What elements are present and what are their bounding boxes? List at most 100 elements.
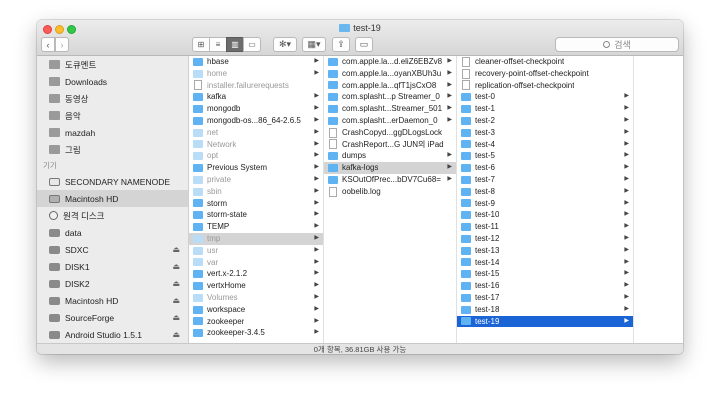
column-view-button[interactable]: ▥ (226, 37, 244, 52)
file-row[interactable]: storm-state ▶ (189, 209, 323, 221)
file-row[interactable]: Network ▶ (189, 139, 323, 151)
file-row[interactable]: test-16 ▶ (457, 280, 633, 292)
file-row[interactable]: zookeeper ▶ (189, 316, 323, 328)
disclosure-arrow-icon: ▶ (314, 234, 319, 241)
file-row[interactable]: tmp ▶ (189, 232, 323, 245)
file-row[interactable]: KSOutOfPrec...bDV7Cu68= ▶ (324, 174, 456, 186)
file-row[interactable]: kafka-logs ▶ (324, 162, 456, 174)
file-row[interactable]: test-2 ▶ (457, 115, 633, 127)
file-row[interactable]: Previous System ▶ (189, 162, 323, 174)
file-name: test-10 (475, 210, 500, 220)
file-row[interactable]: com.splasht...p Streamer_0 ▶ (324, 91, 456, 103)
file-row[interactable]: opt ▶ (189, 150, 323, 162)
sidebar-item-devices-8[interactable]: SourceForge ⏏ (37, 309, 188, 326)
search-input[interactable]: 검색 (555, 37, 679, 52)
list-view-button[interactable]: ≡ (209, 37, 227, 52)
file-row[interactable]: test-19 ▶ (457, 315, 633, 328)
file-row[interactable]: test-6 ▶ (457, 162, 633, 174)
file-row[interactable]: cleaner-offset-checkpoint (457, 56, 633, 68)
disclosure-arrow-icon: ▶ (624, 223, 629, 230)
file-row[interactable]: test-18 ▶ (457, 304, 633, 316)
file-row[interactable]: oobelib.log (324, 186, 456, 198)
eject-icon[interactable]: ⏏ (172, 279, 180, 288)
file-row[interactable]: storm ▶ (189, 198, 323, 210)
file-row[interactable]: test-5 ▶ (457, 150, 633, 162)
eject-icon[interactable]: ⏏ (172, 245, 180, 254)
file-row[interactable]: test-4 ▶ (457, 139, 633, 151)
sidebar-item-devices-4[interactable]: SDXC ⏏ (37, 241, 188, 258)
sidebar-item-devices-2[interactable]: 원격 디스크 (37, 207, 188, 224)
sidebar-item-devices-0[interactable]: SECONDARY NAMENODE (37, 173, 188, 190)
file-row[interactable]: var ▶ (189, 257, 323, 269)
sidebar-item-devices-5[interactable]: DISK1 ⏏ (37, 258, 188, 275)
eject-icon[interactable]: ⏏ (172, 262, 180, 271)
arrange-button[interactable]: ▦▾ (302, 37, 326, 52)
sidebar-item-label: Macintosh HD (65, 193, 119, 204)
file-row[interactable]: test-11 ▶ (457, 221, 633, 233)
file-row[interactable]: test-1 ▶ (457, 103, 633, 115)
file-row[interactable]: test-12 ▶ (457, 233, 633, 245)
file-row[interactable]: test-13 ▶ (457, 245, 633, 257)
file-row[interactable]: test-0 ▶ (457, 91, 633, 103)
browser-column-3[interactable]: cleaner-offset-checkpoint recovery-point-… (457, 56, 634, 343)
file-row[interactable]: test-15 ▶ (457, 268, 633, 280)
file-row[interactable]: usr ▶ (189, 245, 323, 257)
file-row[interactable]: CrashReport...G JUN의 iPad (324, 139, 456, 151)
file-row[interactable]: private ▶ (189, 174, 323, 186)
eject-icon[interactable]: ⏏ (172, 330, 180, 339)
sidebar-item-favorites-3[interactable]: 음악 (37, 107, 188, 124)
sidebar-item-favorites-0[interactable]: 도큐멘트 (37, 56, 188, 73)
file-row[interactable]: installer.failurerequests (189, 80, 323, 92)
share-button[interactable]: ⇪ (332, 37, 350, 52)
cover-flow-view-button[interactable]: ▭ (243, 37, 261, 52)
file-row[interactable]: recovery-point-offset-checkpoint (457, 68, 633, 80)
file-row[interactable]: test-9 ▶ (457, 198, 633, 210)
file-row[interactable]: test-17 ▶ (457, 292, 633, 304)
file-row[interactable]: replication-offset-checkpoint (457, 80, 633, 92)
file-row[interactable]: net ▶ (189, 127, 323, 139)
file-row[interactable]: home ▶ (189, 68, 323, 80)
file-row[interactable]: workspace ▶ (189, 304, 323, 316)
tag-button[interactable]: ▭ (355, 37, 373, 52)
file-row[interactable]: zookeeper-3.4.5 ▶ (189, 327, 323, 339)
file-name: com.apple.la...qfT1jsCxO8 (342, 80, 437, 90)
file-row[interactable]: com.apple.la...d.eliZ6EBZv8 ▶ (324, 56, 456, 68)
sidebar-item-devices-7[interactable]: Macintosh HD ⏏ (37, 292, 188, 309)
browser-column-2[interactable]: com.apple.la...d.eliZ6EBZv8 ▶ com.apple.la… (324, 56, 457, 343)
sidebar-item-devices-1[interactable]: Macintosh HD (37, 190, 188, 207)
file-row[interactable]: test-7 ▶ (457, 174, 633, 186)
sidebar-item-favorites-2[interactable]: 동영상 (37, 90, 188, 107)
file-row[interactable]: kafka ▶ (189, 91, 323, 103)
file-row[interactable]: test-8 ▶ (457, 186, 633, 198)
action-gear-button[interactable]: ✻▾ (273, 37, 297, 52)
file-row[interactable]: dumps ▶ (324, 150, 456, 162)
file-row[interactable]: mongodb ▶ (189, 103, 323, 115)
file-row[interactable]: TEMP ▶ (189, 221, 323, 233)
sidebar-item-devices-3[interactable]: data (37, 224, 188, 241)
eject-icon[interactable]: ⏏ (172, 296, 180, 305)
sidebar-item-devices-6[interactable]: DISK2 ⏏ (37, 275, 188, 292)
sidebar-item-devices-9[interactable]: Android Studio 1.5.1 ⏏ (37, 326, 188, 343)
file-row[interactable]: com.apple.la...qfT1jsCxO8 ▶ (324, 80, 456, 92)
file-row[interactable]: com.splasht...Streamer_501 ▶ (324, 103, 456, 115)
file-row[interactable]: CrashCopyd...ggDLogsLock (324, 127, 456, 139)
file-row[interactable]: test-14 ▶ (457, 257, 633, 269)
file-row[interactable]: com.splasht...erDaemon_0 ▶ (324, 115, 456, 127)
file-row[interactable]: mongodb-os...86_64-2.6.5 ▶ (189, 115, 323, 127)
file-row[interactable]: vertxHome ▶ (189, 280, 323, 292)
file-row[interactable]: sbin ▶ (189, 186, 323, 198)
file-row[interactable]: com.apple.la...oyanXBUh3u ▶ (324, 68, 456, 80)
file-row[interactable]: test-3 ▶ (457, 127, 633, 139)
browser-column-1[interactable]: hbase ▶ home ▶ installer.failurerequests kafk… (189, 56, 324, 343)
file-row[interactable]: Volumes ▶ (189, 292, 323, 304)
file-row[interactable]: vert.x-2.1.2 ▶ (189, 268, 323, 280)
back-button[interactable]: ‹ (41, 37, 55, 52)
file-row[interactable]: test-10 ▶ (457, 209, 633, 221)
eject-icon[interactable]: ⏏ (172, 313, 180, 322)
sidebar-item-favorites-4[interactable]: mazdah (37, 124, 188, 141)
icon-view-button[interactable]: ⊞ (192, 37, 210, 52)
sidebar-item-favorites-1[interactable]: Downloads (37, 73, 188, 90)
sidebar-item-favorites-5[interactable]: 그림 (37, 141, 188, 158)
file-row[interactable]: hbase ▶ (189, 56, 323, 68)
forward-button[interactable]: › (55, 37, 69, 52)
